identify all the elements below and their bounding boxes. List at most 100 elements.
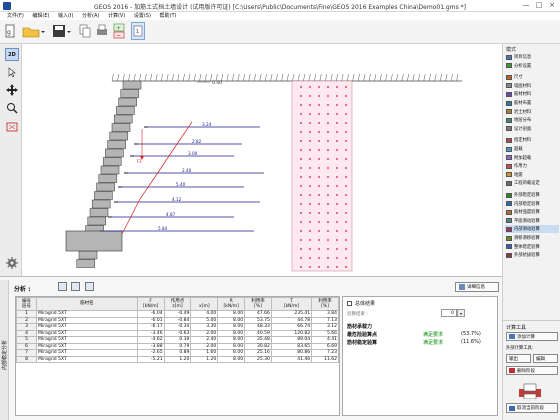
soil-dot: [327, 158, 329, 160]
vertical-tab[interactable]: 内部稳定分析: [0, 280, 9, 420]
soil-dot: [318, 158, 320, 160]
copy-button[interactable]: [78, 22, 92, 40]
mode-item-label: 筋材布置: [514, 101, 532, 106]
analysis-toggle-2[interactable]: [71, 282, 80, 291]
soil-dot: [309, 131, 311, 133]
maximize-button[interactable]: □: [533, 1, 545, 10]
rib-label: 5.40: [176, 182, 186, 187]
mode-item[interactable]: 项目信息: [505, 53, 559, 61]
settings-gear-icon[interactable]: [5, 256, 19, 269]
soil-dot: [345, 212, 347, 214]
results-summary: 总体结果 验算结果 : 0 ▾ 筋材承载力 最危险验算点 满足要求 (53.7%…: [342, 296, 498, 416]
new-file-button[interactable]: g: [4, 22, 16, 40]
print-icon[interactable]: [517, 383, 543, 400]
mode-item[interactable]: 附加超载: [505, 154, 559, 162]
mode-item[interactable]: 墙面材料: [505, 82, 559, 90]
mode-item[interactable]: 工程荷载设定: [505, 179, 559, 187]
mode-item[interactable]: 指定材料: [505, 136, 559, 144]
mode-item-icon: [506, 74, 512, 80]
menu-file[interactable]: 文件(F): [7, 12, 24, 20]
mode-item[interactable]: 岩土材料: [505, 108, 559, 116]
surface-hatch-mark: [423, 73, 426, 82]
zoom-icon[interactable]: [5, 101, 19, 114]
mode-item-label: 尺寸: [514, 75, 523, 81]
pan-icon[interactable]: [5, 83, 19, 96]
table-row[interactable]: 8 Miragrid 5XT -5.21 1.20 1.20 8.00 25.30 41.46…: [15, 355, 339, 363]
view-2d-button[interactable]: 2D: [5, 48, 19, 61]
mode-item[interactable]: 平面滑动验算: [505, 217, 559, 225]
mode-item[interactable]: 筋材布置: [505, 99, 559, 107]
result-title: 筋材承载力: [347, 324, 373, 330]
mode-item-icon: [506, 192, 512, 198]
mode-item[interactable]: 外部抗拔验算: [505, 251, 559, 259]
menu-edit[interactable]: 编辑(E): [32, 12, 49, 20]
mode-item[interactable]: 筋材材料: [505, 90, 559, 98]
external-tools-label: 外部计算工具:: [506, 346, 534, 351]
surface-hatch-mark: [418, 73, 420, 82]
overall-results-checkbox[interactable]: [347, 301, 352, 306]
mode-item-icon: [506, 244, 512, 250]
result-dropdown[interactable]: ▾: [457, 309, 465, 317]
edit-button[interactable]: 编辑: [533, 354, 558, 363]
svg-text:1: 1: [136, 29, 139, 35]
menu-settings[interactable]: 设置(S): [134, 12, 151, 20]
pointer-icon[interactable]: [5, 65, 19, 78]
menu-analysis[interactable]: 分析(A): [82, 12, 99, 20]
table-header-cell[interactable]: T [kN/m]: [270, 297, 313, 311]
close-button[interactable]: ×: [546, 1, 558, 10]
soil-dot: [345, 95, 347, 97]
surface-hatch-mark: [111, 73, 114, 82]
mode-item[interactable]: 内部稳定验算: [505, 200, 559, 208]
mode-item[interactable]: 滑移滑移验算: [505, 234, 559, 242]
table-header-cell[interactable]: 作用点 z[m]: [163, 297, 192, 311]
mode-item[interactable]: 内部滑动验算: [505, 225, 559, 234]
soil-dot: [309, 140, 311, 142]
soil-dot: [300, 212, 302, 214]
title-bar: GEOS 2016 - 加筋土式挡土墙设计 (试用版许可证) [C:\Users…: [0, 0, 560, 12]
mode-item-icon: [506, 218, 512, 224]
minimize-button[interactable]: —: [520, 1, 532, 10]
mode-item[interactable]: 地震: [505, 171, 559, 179]
menu-calc[interactable]: 计算(V): [108, 12, 125, 20]
mode-item[interactable]: 整体稳定验算: [505, 243, 559, 251]
menu-help[interactable]: 帮助(T): [160, 12, 177, 20]
stage-1-button[interactable]: 1: [131, 22, 145, 40]
mode-item[interactable]: 外部稳定验算: [505, 191, 559, 199]
cancel-stage-button[interactable]: 取消当前阶段: [506, 403, 558, 413]
mode-item[interactable]: 筋材强度验算: [505, 208, 559, 216]
table-header-cell[interactable]: R [kN/m]: [217, 297, 246, 311]
open-folder-button[interactable]: [20, 22, 46, 40]
table-header-cell[interactable]: 利用率 [%]: [311, 297, 339, 311]
table-header-cell[interactable]: F [kN/m]: [136, 297, 165, 311]
save-button[interactable]: [50, 22, 72, 40]
rib-label: 4.12: [172, 197, 182, 202]
output-button[interactable]: 输出: [506, 354, 531, 363]
analysis-toggle-1[interactable]: [58, 282, 67, 291]
result-field[interactable]: 0: [441, 309, 457, 317]
table-header-cell[interactable]: 利用率 [%]: [244, 297, 272, 311]
detail-info-label: 详细信息: [467, 285, 485, 290]
surface-hatch-mark: [330, 73, 333, 82]
menu-input[interactable]: 输入(I): [58, 12, 73, 20]
soil-dot: [300, 194, 302, 196]
detail-info-button[interactable]: 详细信息: [455, 282, 499, 292]
table-header-cell[interactable]: x[m]: [190, 297, 219, 311]
table-header-cell[interactable]: 筋材名: [36, 297, 138, 311]
fit-view-icon[interactable]: [5, 120, 19, 133]
table-header-cell[interactable]: 编号 层号: [15, 297, 38, 311]
mode-item[interactable]: 超载: [505, 145, 559, 153]
mode-item[interactable]: 设计剖面: [505, 125, 559, 133]
add-calc-button[interactable]: 添加计算: [506, 332, 558, 341]
mode-item[interactable]: 尺寸: [505, 73, 559, 81]
mode-item[interactable]: 分析设置: [505, 62, 559, 70]
stage-add-button[interactable]: + −: [112, 22, 126, 40]
drawing-canvas[interactable]: 3.24 2.82 3.00 2.40 5.40 4.12 4.87 5.84 F1 0.40: [22, 44, 502, 276]
delete-stage-button[interactable]: 删除阶段: [506, 366, 558, 375]
print-button[interactable]: [95, 22, 109, 40]
mode-item[interactable]: 作用力: [505, 162, 559, 170]
soil-dot: [336, 122, 338, 124]
soil-dot: [345, 149, 347, 151]
soil-dot: [318, 149, 320, 151]
mode-item[interactable]: 地层分布: [505, 116, 559, 124]
analysis-toggle-3[interactable]: [85, 282, 94, 291]
